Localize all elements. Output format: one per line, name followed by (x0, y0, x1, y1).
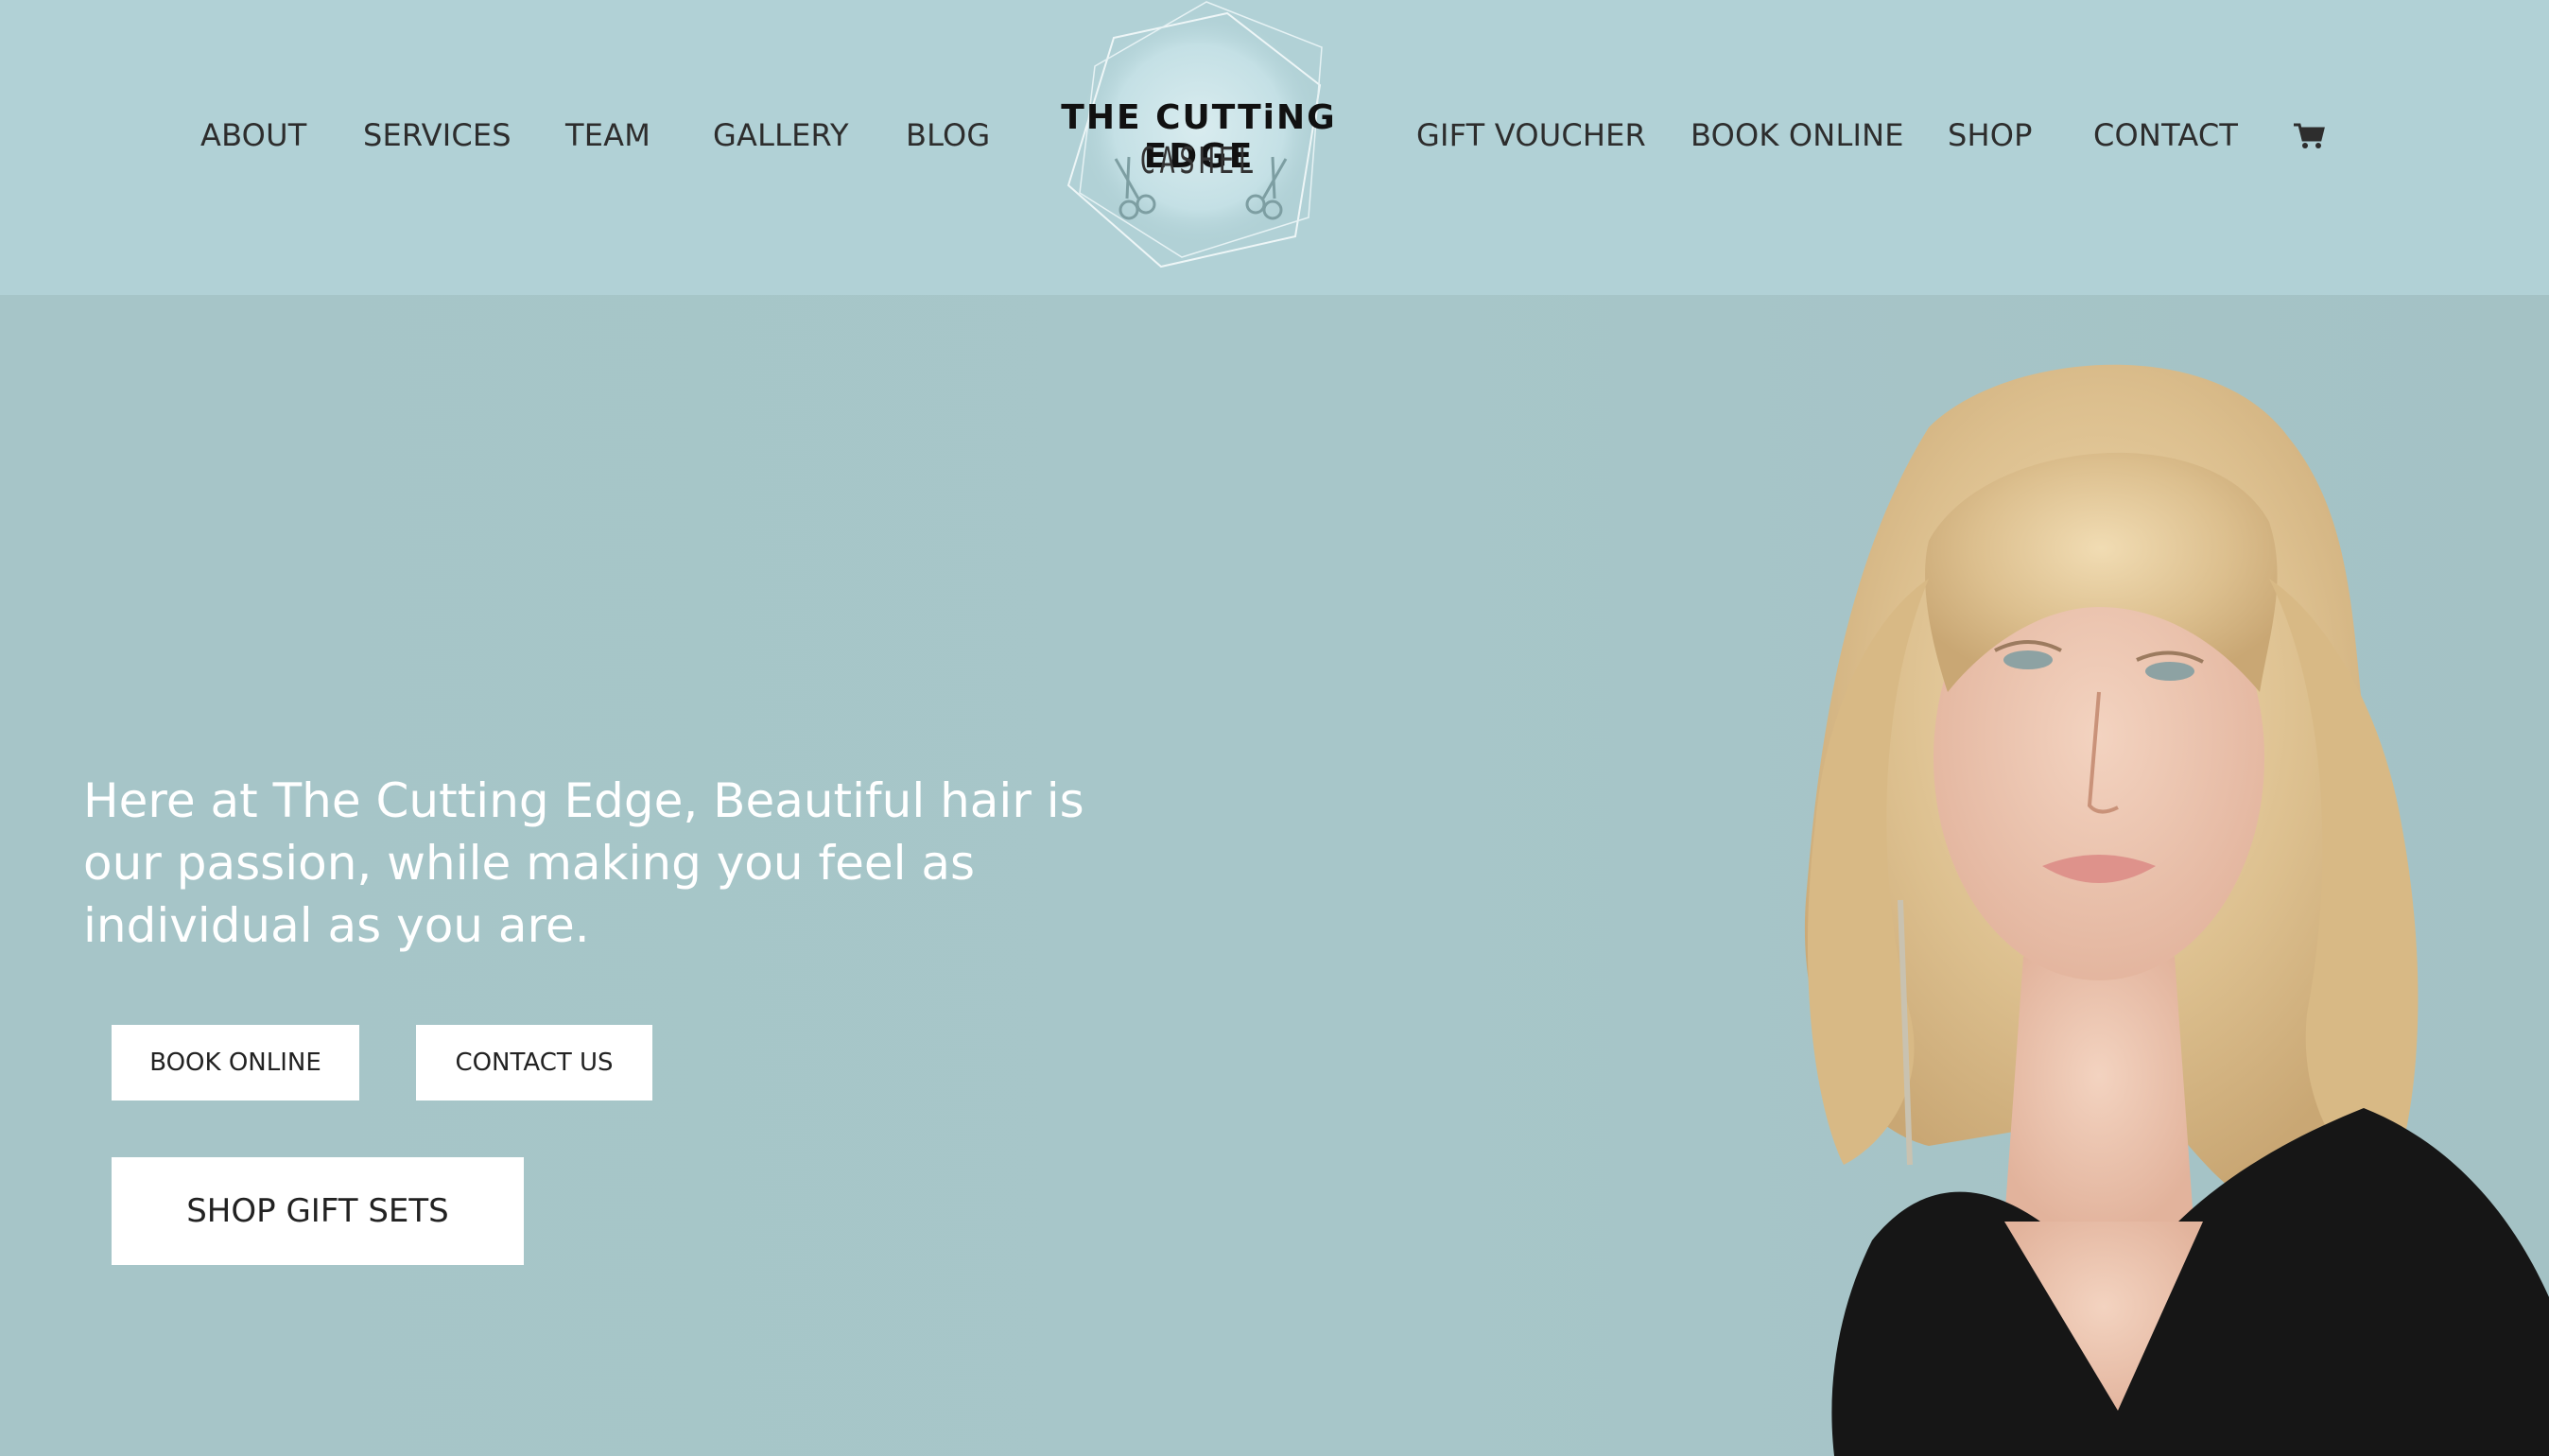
shopping-cart-icon[interactable] (2292, 119, 2326, 153)
hero-headline: Here at The Cutting Edge, Beautiful hair… (83, 773, 1084, 953)
site-header: ABOUT SERVICES TEAM GALLERY BLOG THE CUT… (0, 0, 2549, 295)
nav-about[interactable]: ABOUT (200, 114, 306, 156)
logo-subtitle: CASHEL (1139, 140, 1258, 182)
nav-gallery[interactable]: GALLERY (713, 114, 849, 156)
nav-contact[interactable]: CONTACT (2093, 114, 2238, 156)
nav-blog[interactable]: BLOG (906, 114, 990, 156)
nav-team[interactable]: TEAM (565, 114, 650, 156)
contact-us-button[interactable]: CONTACT US (416, 1025, 652, 1101)
nav-gift-voucher[interactable]: GIFT VOUCHER (1416, 114, 1646, 156)
nav-book-online[interactable]: BOOK ONLINE (1691, 114, 1904, 156)
nav-services[interactable]: SERVICES (363, 114, 512, 156)
shop-gift-sets-button[interactable]: SHOP GIFT SETS (112, 1157, 524, 1265)
hero-model-image (1804, 364, 2549, 1456)
site-logo[interactable]: THE CUTTiNG EDGE CASHEL (1038, 0, 1360, 274)
hero-section: Here at The Cutting Edge, Beautiful hair… (0, 295, 2549, 1456)
nav-shop[interactable]: SHOP (1948, 114, 2033, 156)
book-online-button[interactable]: BOOK ONLINE (112, 1025, 359, 1101)
